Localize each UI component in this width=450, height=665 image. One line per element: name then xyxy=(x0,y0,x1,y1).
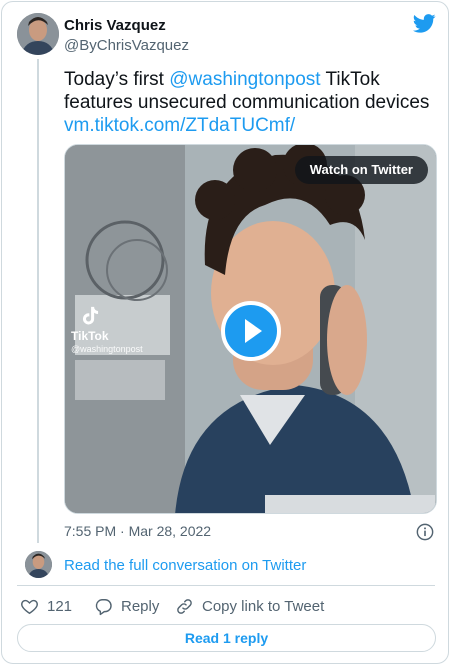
tweet-text: Today’s first @washingtonpost TikTok fea… xyxy=(64,68,444,137)
tiktok-link[interactable]: vm.tiktok.com/ZTdaTUCmf/ xyxy=(64,115,295,136)
read-replies-button[interactable]: Read 1 reply xyxy=(17,624,436,652)
copy-link-button[interactable]: Copy link to Tweet xyxy=(175,596,324,616)
video-thumbnail[interactable]: TikTok @washingtonpost Watch on Twitter xyxy=(64,144,437,514)
play-button[interactable] xyxy=(221,301,281,361)
link-icon xyxy=(177,598,192,614)
tiktok-handle: @washingtonpost xyxy=(71,344,143,354)
author-name[interactable]: Chris Vazquez xyxy=(64,17,166,34)
tweet-text-start: Today’s first xyxy=(64,69,170,90)
author-avatar-small[interactable] xyxy=(25,551,52,578)
twitter-bird-icon[interactable] xyxy=(413,14,436,33)
author-avatar[interactable] xyxy=(17,13,59,55)
read-conversation-link[interactable]: Read the full conversation on Twitter xyxy=(64,557,306,574)
author-handle[interactable]: @ByChrisVazquez xyxy=(64,37,189,54)
thread-line xyxy=(37,59,39,543)
play-icon xyxy=(245,319,262,343)
tiktok-watermark: TikTok @washingtonpost xyxy=(71,305,143,354)
heart-icon xyxy=(21,599,38,614)
divider xyxy=(17,585,435,586)
mention-link[interactable]: @washingtonpost xyxy=(169,69,320,90)
like-count: 121 xyxy=(47,597,73,615)
reply-button[interactable]: Reply xyxy=(94,596,159,616)
tiktok-icon xyxy=(82,306,99,325)
reply-label: Reply xyxy=(121,597,160,615)
copy-link-label: Copy link to Tweet xyxy=(202,597,325,615)
tweet-card: Chris Vazquez @ByChrisVazquez Today’s fi… xyxy=(1,1,449,664)
speech-bubble-icon xyxy=(95,598,112,615)
like-button[interactable]: 121 xyxy=(20,596,72,616)
tweet-timestamp[interactable]: 7:55 PM · Mar 28, 2022 xyxy=(64,523,211,539)
watch-on-twitter-button[interactable]: Watch on Twitter xyxy=(294,156,428,184)
tiktok-label: TikTok xyxy=(71,329,109,343)
info-icon[interactable] xyxy=(416,523,434,541)
